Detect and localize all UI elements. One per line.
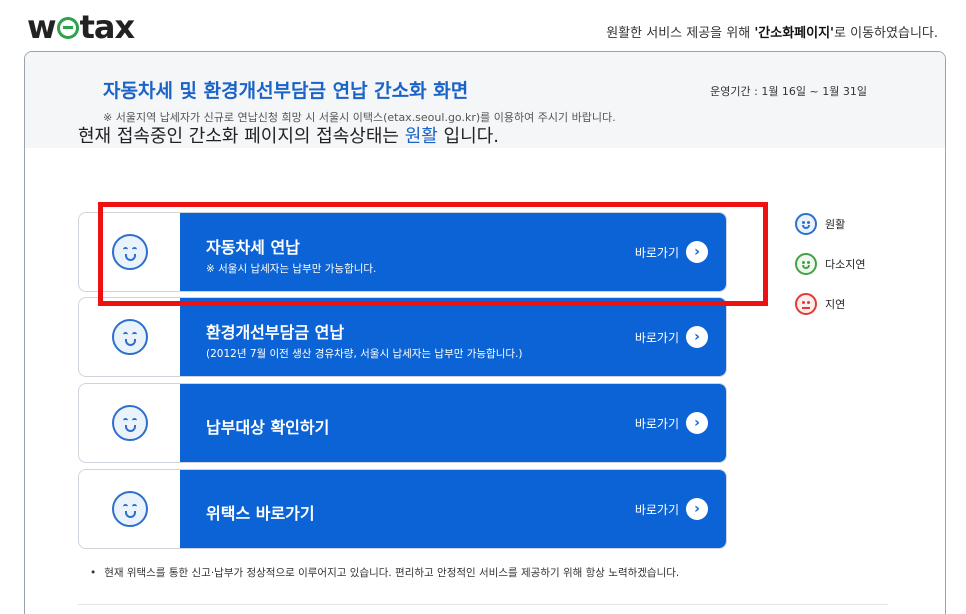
- logo-e-icon: [56, 17, 79, 39]
- chevron-right-icon: ›: [686, 412, 708, 434]
- menu-check-payment-target[interactable]: 납부대상 확인하기 바로가기 ›: [78, 383, 727, 463]
- smiley-face-icon: [111, 234, 148, 270]
- bottom-divider: [78, 604, 888, 605]
- face-area: [79, 298, 180, 376]
- status-suffix: 입니다.: [437, 126, 499, 147]
- go-label: 바로가기: [634, 502, 679, 517]
- chevron-right-icon: ›: [686, 241, 708, 263]
- legend-label: 지연: [825, 298, 846, 311]
- go-label: 바로가기: [634, 245, 679, 260]
- menu-desc: (2012년 7월 이전 생산 경유차량, 서울시 납세자는 납부만 가능합니다…: [206, 348, 523, 360]
- go-button[interactable]: 바로가기 ›: [635, 241, 708, 263]
- face-area: [79, 384, 180, 462]
- logo-text: tax: [79, 8, 136, 46]
- smiley-face-icon: [111, 491, 148, 527]
- menu-blue-area: 납부대상 확인하기 바로가기 ›: [180, 384, 726, 462]
- wetax-logo[interactable]: w tax: [27, 8, 136, 46]
- face-area: [79, 470, 180, 548]
- menu-title: 위택스 바로가기: [206, 504, 315, 523]
- menu-title: 환경개선부담금 연납: [206, 323, 345, 342]
- go-button[interactable]: 바로가기 ›: [635, 326, 708, 348]
- footer-note: 현재 위택스를 통한 신고·납부가 정상적으로 이루어지고 있습니다. 편리하고…: [90, 565, 679, 580]
- go-label: 바로가기: [634, 330, 679, 345]
- menu-blue-area: 자동차세 연납 ※ 서울시 납세자는 납부만 가능합니다. 바로가기 ›: [180, 213, 726, 291]
- page-title: 자동차세 및 환경개선부담금 연납 간소화 화면: [103, 80, 469, 102]
- smiley-face-icon: [111, 405, 148, 441]
- notice-suffix: 로 이동하였습니다.: [834, 26, 938, 41]
- smooth-face-icon: [795, 213, 817, 235]
- go-label: 바로가기: [634, 416, 679, 431]
- sad-face-icon: [795, 293, 817, 315]
- status-prefix: 현재 접속중인 간소화 페이지의 접속상태는: [78, 126, 405, 147]
- neutral-face-icon: [795, 253, 817, 275]
- smiley-face-icon: [111, 319, 148, 355]
- menu-car-tax-annual-payment[interactable]: 자동차세 연납 ※ 서울시 납세자는 납부만 가능합니다. 바로가기 ›: [78, 212, 727, 292]
- menu-go-to-wetax[interactable]: 위택스 바로가기 바로가기 ›: [78, 469, 727, 549]
- menu-title: 자동차세 연납: [206, 238, 300, 257]
- face-area: [79, 213, 180, 291]
- menu-title: 납부대상 확인하기: [206, 418, 330, 437]
- chevron-right-icon: ›: [686, 326, 708, 348]
- legend-label: 다소지연: [825, 258, 866, 271]
- menu-blue-area: 환경개선부담금 연납 (2012년 7월 이전 생산 경유차량, 서울시 납세자…: [180, 298, 726, 376]
- notice-prefix: 원활한 서비스 제공을 위해: [606, 26, 755, 41]
- legend-item-slightly-delayed: 다소지연: [795, 253, 865, 275]
- redirect-notice: 원활한 서비스 제공을 위해 '간소화페이지'로 이동하였습니다.: [606, 22, 938, 41]
- menu-desc: ※ 서울시 납세자는 납부만 가능합니다.: [206, 263, 377, 275]
- connection-status-text: 현재 접속중인 간소화 페이지의 접속상태는 원활 입니다.: [78, 122, 499, 148]
- operation-period: 운영기간 : 1월 16일 ~ 1월 31일: [710, 85, 867, 98]
- chevron-right-icon: ›: [686, 498, 708, 520]
- legend-item-smooth: 원활: [795, 213, 845, 235]
- go-button[interactable]: 바로가기 ›: [635, 498, 708, 520]
- notice-strong: '간소화페이지': [754, 26, 835, 41]
- menu-blue-area: 위택스 바로가기 바로가기 ›: [180, 470, 726, 548]
- go-button[interactable]: 바로가기 ›: [635, 412, 708, 434]
- legend-label: 원활: [825, 218, 846, 231]
- legend-item-delayed: 지연: [795, 293, 845, 315]
- menu-environment-charge-annual-payment[interactable]: 환경개선부담금 연납 (2012년 7월 이전 생산 경유차량, 서울시 납세자…: [78, 297, 727, 377]
- status-value: 원활: [404, 126, 438, 147]
